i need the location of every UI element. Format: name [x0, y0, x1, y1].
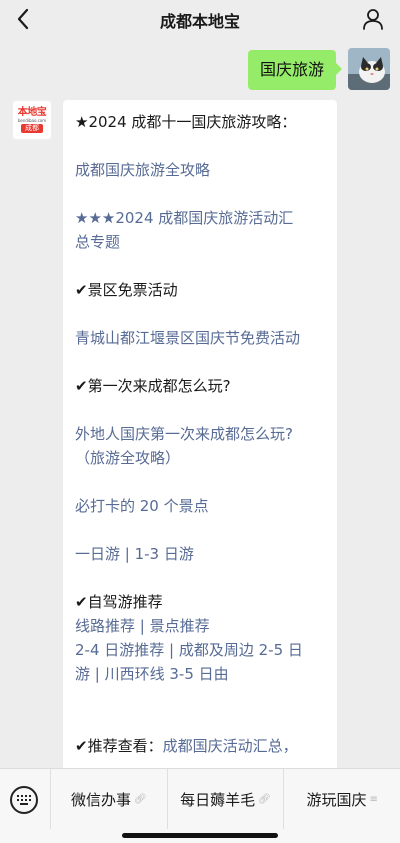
- incoming-bubble: ★2024 成都十一国庆旅游攻略： 成都国庆旅游全攻略 ★★★2024 成都国庆…: [63, 100, 337, 768]
- back-button[interactable]: [8, 4, 38, 34]
- message-line: ✔第一次来成都怎么玩?: [75, 377, 231, 395]
- cat-avatar-image: [348, 48, 390, 90]
- message-line: ✔推荐查看：成都国庆活动汇总，: [75, 734, 325, 758]
- logo-brand-text: 本地宝: [17, 107, 47, 118]
- logo-city-text: 成都: [21, 124, 43, 133]
- message-line: ✔自驾游推荐: [75, 593, 163, 611]
- chat-area[interactable]: 国庆旅游 本地宝 bendibao.com 成都 ★2024 成都十一国庆旅游攻…: [0, 40, 400, 768]
- keyboard-toggle-button[interactable]: [10, 786, 38, 814]
- message-link[interactable]: 青城山都江堰景区国庆节免费活动: [75, 326, 325, 350]
- user-avatar[interactable]: [348, 48, 390, 90]
- menu-icon: ≡: [369, 793, 378, 805]
- custom-menu: 微信办事 🔗︎ 每日薅羊毛 🔗︎ 游玩国庆 ≡: [50, 769, 400, 829]
- message-link[interactable]: 成都国庆旅游全攻略: [75, 158, 325, 182]
- menu-item-label: 每日薅羊毛: [180, 790, 256, 809]
- message-link[interactable]: 必打卡的 20 个景点: [75, 494, 325, 518]
- message-line: ★2024 成都十一国庆旅游攻略：: [75, 113, 297, 131]
- menu-item-national-day[interactable]: 游玩国庆 ≡: [283, 769, 400, 829]
- message-link[interactable]: 外地人国庆第一次来成都怎么玩?: [75, 422, 325, 446]
- message-link[interactable]: 2-4 日游推荐 | 成都及周边 2-5 日: [75, 638, 325, 662]
- link-icon: 🔗︎: [133, 793, 147, 805]
- chevron-left-icon: [17, 8, 29, 30]
- outgoing-message: 国庆旅游: [247, 48, 390, 90]
- keyboard-icon: [17, 795, 31, 805]
- logo-url-text: bendibao.com: [17, 118, 47, 123]
- message-link[interactable]: 总专题: [75, 230, 325, 254]
- outgoing-bubble[interactable]: 国庆旅游: [247, 50, 343, 90]
- message-link[interactable]: 游 | 川西环线 3-5 日由: [75, 662, 325, 686]
- menu-item-label: 游玩国庆: [306, 790, 367, 809]
- menu-item-label: 微信办事: [70, 790, 131, 809]
- menu-item-wechat-services[interactable]: 微信办事 🔗︎: [50, 769, 167, 829]
- bottom-menu-bar: 微信办事 🔗︎ 每日薅羊毛 🔗︎ 游玩国庆 ≡: [0, 768, 400, 843]
- chat-title: 成都本地宝: [159, 12, 240, 31]
- message-link[interactable]: 一日游 | 1-3 日游: [75, 542, 325, 566]
- message-link[interactable]: （旅游全攻略）: [75, 446, 325, 470]
- message-line: ✔景区免票活动: [75, 281, 178, 299]
- home-indicator: [122, 833, 278, 838]
- link-icon: 🔗︎: [258, 793, 271, 805]
- profile-button[interactable]: [358, 4, 388, 34]
- message-link[interactable]: 成都国庆活动汇总，: [163, 737, 298, 755]
- message-link[interactable]: 线路推荐 | 景点推荐: [75, 614, 325, 638]
- chat-header: 成都本地宝: [0, 0, 400, 40]
- account-avatar[interactable]: 本地宝 bendibao.com 成都: [12, 100, 52, 140]
- menu-item-daily-deals[interactable]: 每日薅羊毛 🔗︎: [166, 769, 284, 829]
- person-icon: [363, 9, 383, 30]
- message-link[interactable]: ★★★2024 成都国庆旅游活动汇: [75, 206, 325, 230]
- message-text: ✔推荐查看：: [75, 737, 163, 755]
